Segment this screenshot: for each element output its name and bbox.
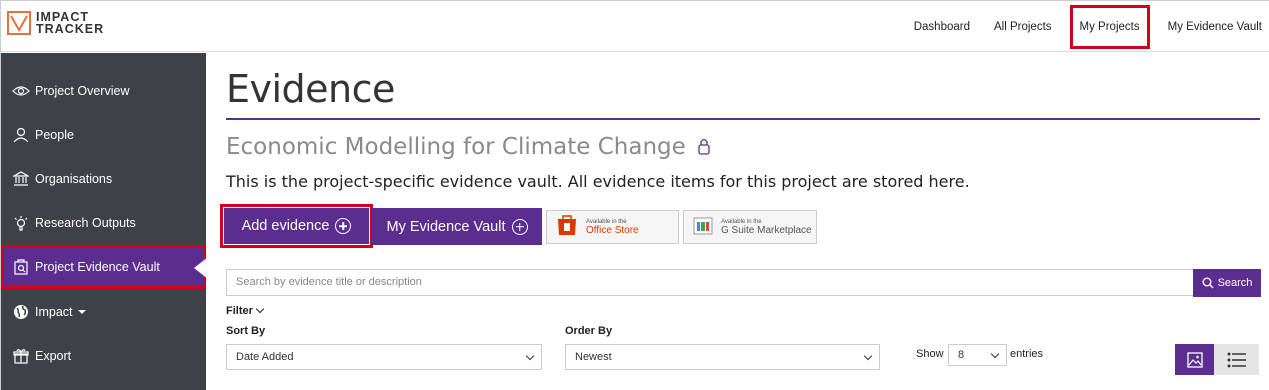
grid-view-button[interactable] [1175,344,1214,375]
page-title: Evidence [226,67,395,111]
search-button-label: Search [1217,277,1253,289]
sidebar: Project Overview People Organisations Re… [0,53,208,390]
vault-search-icon [11,258,31,276]
order-by-select[interactable]: Newest [565,344,880,370]
main-content: Evidence Economic Modelling for Climate … [206,53,1269,390]
lock-icon [697,135,711,161]
sidebar-item-label: Organisations [35,172,113,186]
sidebar-item-label: Export [35,349,72,363]
sort-by-label: Sort By [226,325,266,337]
sidebar-item-label: Impact [35,305,73,319]
gift-icon [11,347,31,365]
logo-text: IMPACT TRACKER [36,11,105,36]
gsuite-marketplace-badge[interactable]: Available in the G Suite Marketplace [683,210,817,244]
logo-icon [7,11,31,35]
chevron-down-icon [990,349,1000,359]
main-nav: Dashboard All Projects My Projects My Ev… [902,1,1269,53]
search-button[interactable]: Search [1193,269,1261,297]
project-title: Economic Modelling for Climate Change [226,134,711,161]
search-input[interactable]: Search by evidence title or description [226,269,1194,296]
filter-label: Filter [226,305,253,317]
gsuite-icon [692,214,714,241]
search-icon [1202,277,1214,289]
bank-icon [11,170,31,188]
entries-select[interactable]: 8 [948,344,1007,366]
filter-toggle[interactable]: Filter [226,304,265,317]
top-navbar: IMPACT TRACKER Dashboard All Projects My… [0,0,1269,52]
sidebar-item-project-evidence-vault[interactable]: Project Evidence Vault [1,245,208,289]
plus-circle-icon [335,218,352,234]
nav-my-projects[interactable]: My Projects [1069,5,1150,49]
sidebar-item-label: Project Overview [35,84,130,98]
chevron-down-icon [863,351,873,361]
entries-value: 8 [958,349,965,361]
image-icon [1186,351,1203,368]
order-by-value: Newest [575,351,612,363]
eye-icon [11,82,31,100]
show-label: Show [916,348,944,360]
office-store-badge[interactable]: Available in the Office Store [546,210,679,244]
chevron-down-icon [255,304,265,314]
impact-tracker-logo[interactable]: IMPACT TRACKER [7,11,104,35]
my-evidence-vault-button[interactable]: My Evidence Vault [372,208,542,245]
my-evidence-vault-label: My Evidence Vault [386,218,506,235]
vault-description: This is the project-specific evidence va… [226,172,970,191]
office-icon [555,213,579,242]
sidebar-item-impact[interactable]: Impact [1,290,207,334]
project-name: Economic Modelling for Climate Change [226,134,686,160]
sidebar-item-organisations[interactable]: Organisations [1,157,207,201]
title-divider [226,118,1260,120]
gsuite-text: G Suite Marketplace [721,224,812,236]
chevron-down-icon [525,351,535,361]
sidebar-item-label: Research Outputs [35,216,136,230]
nav-all-projects[interactable]: All Projects [982,7,1064,47]
sort-by-select[interactable]: Date Added [226,344,542,370]
add-evidence-label: Add evidence [241,218,330,234]
office-store-text: Office Store [586,224,639,236]
order-by-label: Order By [565,325,613,337]
nav-my-evidence-vault[interactable]: My Evidence Vault [1156,7,1269,47]
lightbulb-icon [11,214,31,232]
sidebar-item-label: People [35,128,74,142]
sort-by-value: Date Added [236,351,294,363]
sidebar-item-research-outputs[interactable]: Research Outputs [1,201,207,245]
caret-down-icon [77,310,86,314]
plus-circle-icon [511,218,528,235]
nav-dashboard[interactable]: Dashboard [902,7,982,47]
entries-label: entries [1010,348,1044,360]
sidebar-item-export[interactable]: Export [1,334,207,378]
list-view-button[interactable] [1214,344,1259,375]
sidebar-item-label: Project Evidence Vault [35,260,160,274]
person-icon [11,126,31,144]
list-icon [1227,352,1247,368]
add-evidence-button[interactable]: Add evidence [220,204,373,248]
globe-icon [11,303,31,321]
sidebar-item-project-overview[interactable]: Project Overview [1,69,207,113]
sidebar-item-people[interactable]: People [1,113,207,157]
logo-line-2: TRACKER [36,22,105,36]
